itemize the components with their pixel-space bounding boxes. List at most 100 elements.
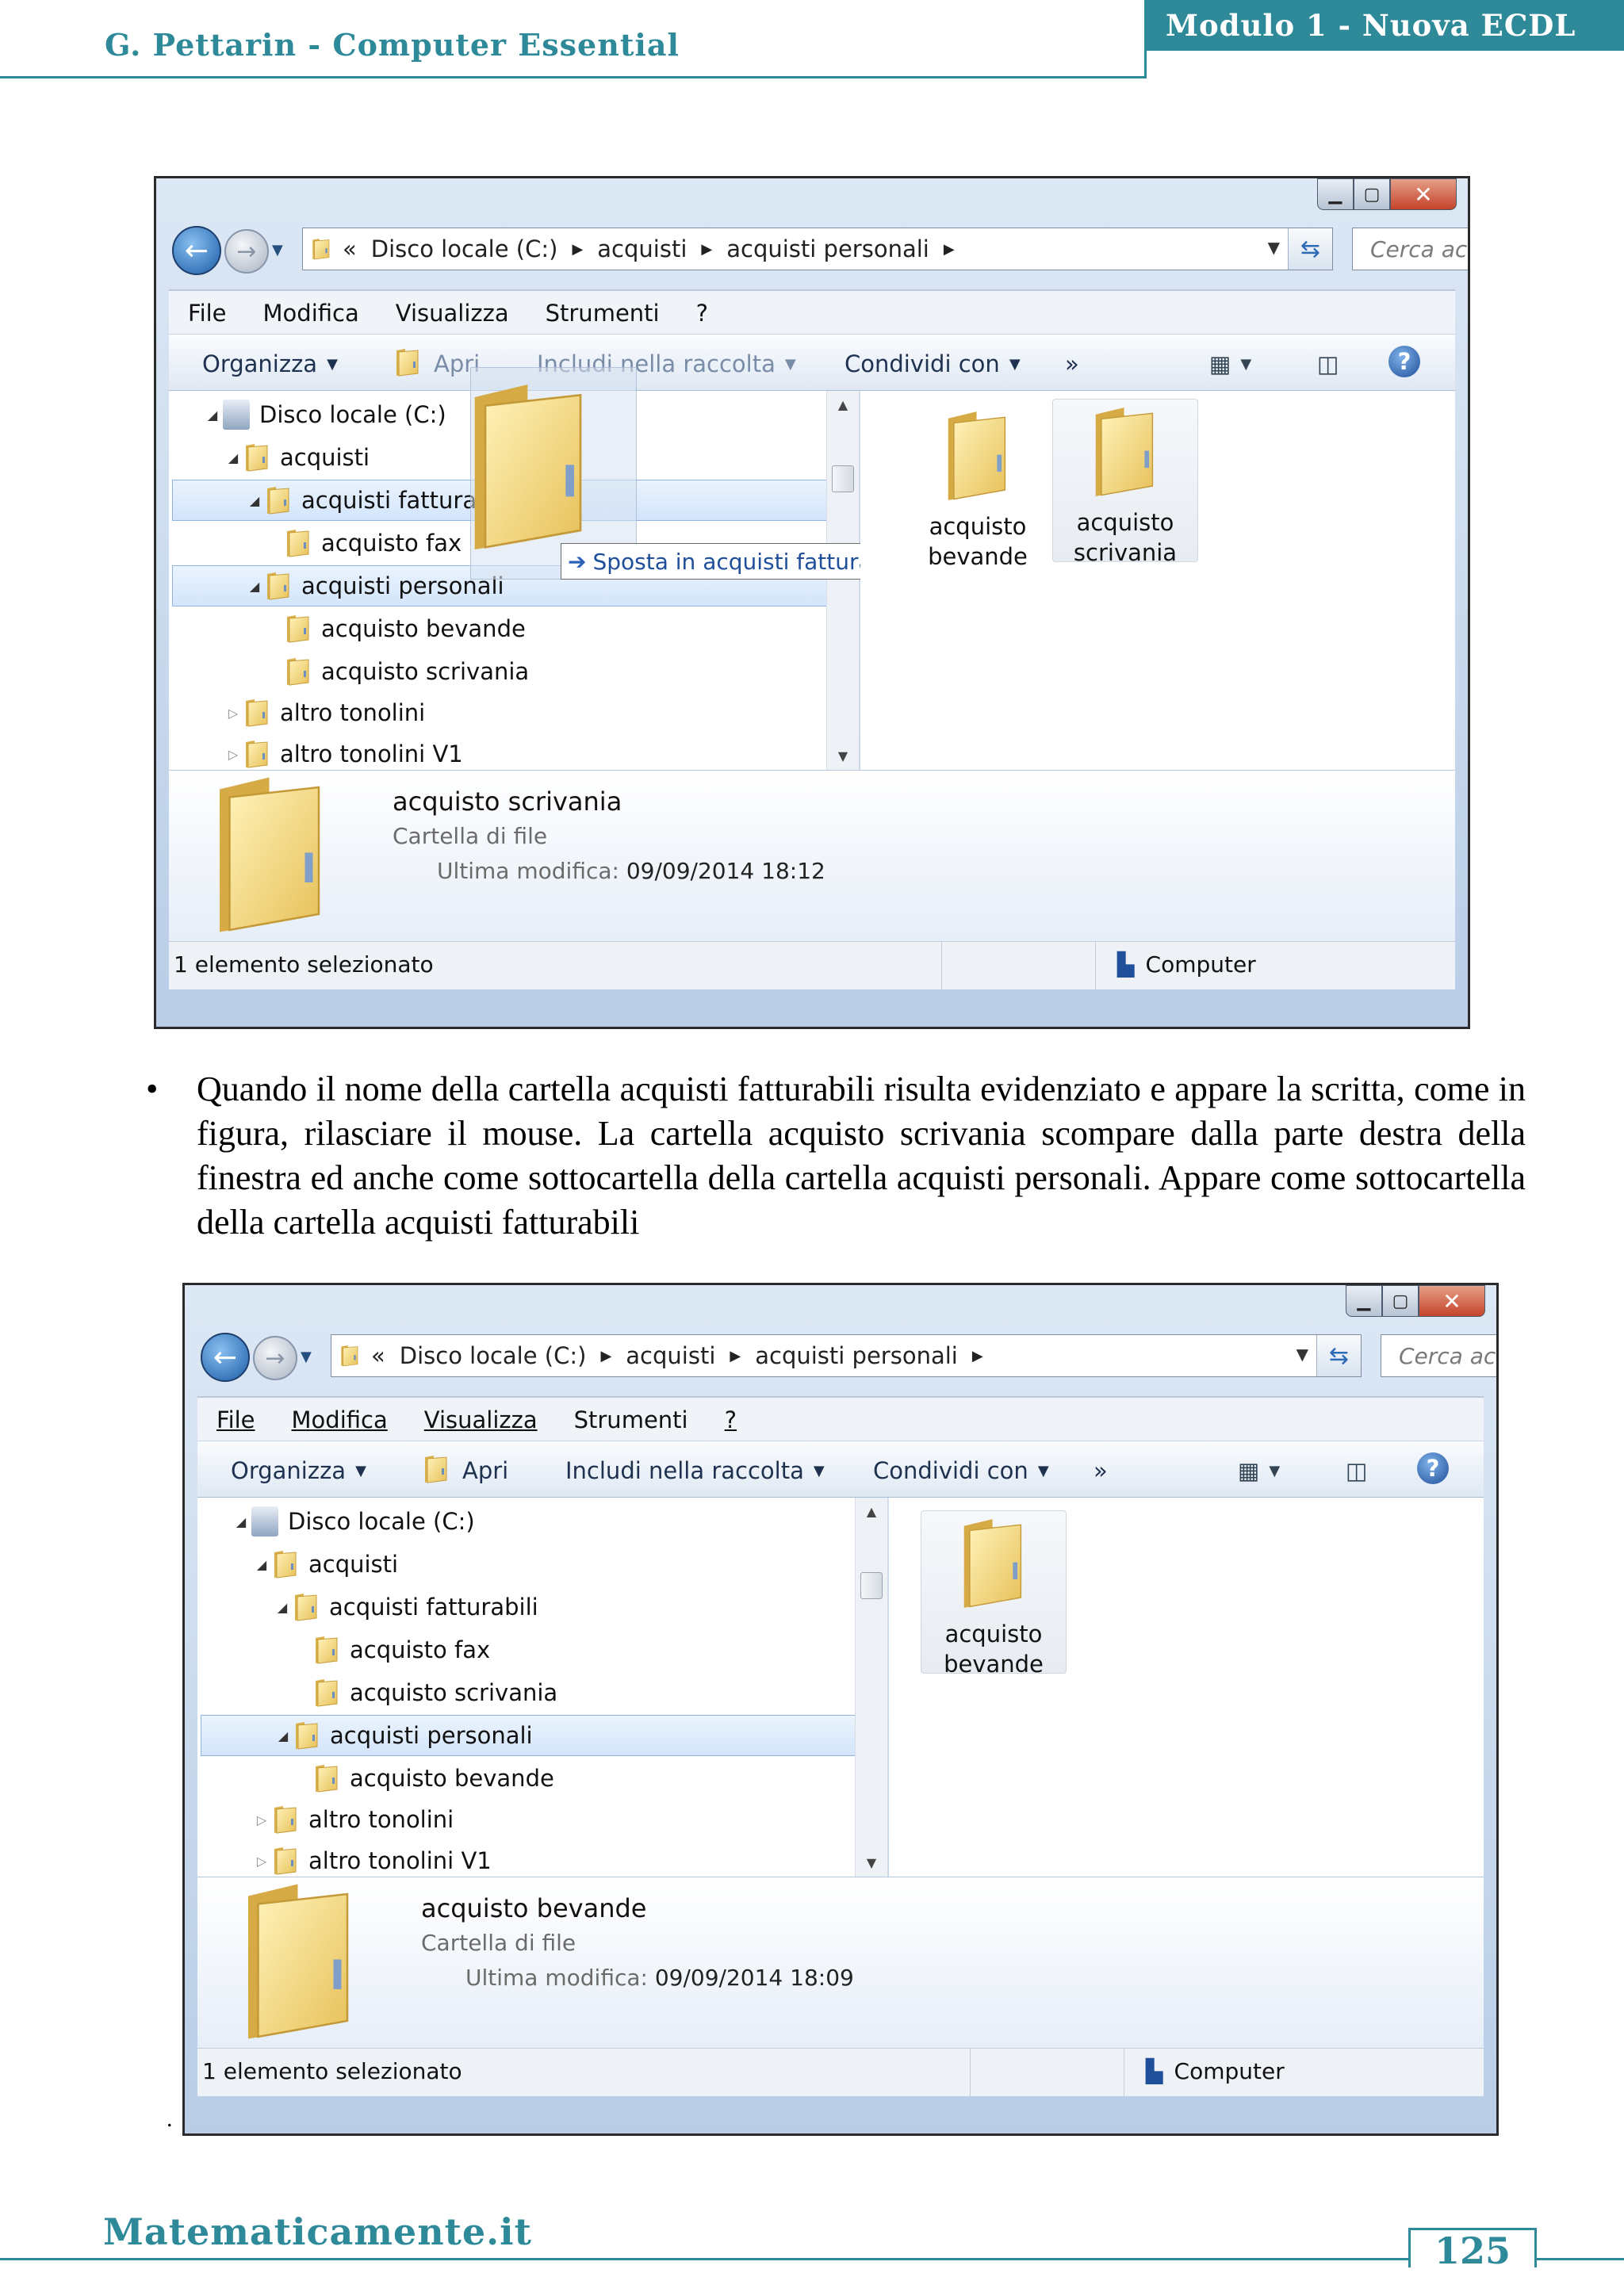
address-segment[interactable]: Disco locale (C:) [400,1342,587,1369]
expanded-arrow-icon[interactable]: ◢ [231,1514,251,1529]
scroll-up-icon[interactable]: ▲ [827,397,859,412]
tree-scrollbar[interactable]: ▲ ▼ [855,1498,887,1877]
close-button[interactable]: ✕ [1419,1285,1485,1317]
address-chevron[interactable]: « [343,235,357,262]
more-commands-button[interactable]: » [1094,1457,1108,1484]
preview-pane-icon[interactable]: ◫ [1346,1457,1367,1484]
menu-file[interactable]: File [216,1406,255,1433]
menu-modifica[interactable]: Modifica [292,1406,388,1433]
more-commands-button[interactable]: » [1065,350,1079,377]
scroll-down-icon[interactable]: ▼ [827,748,859,763]
address-segment[interactable]: acquisti [626,1342,715,1369]
chevron-right-icon[interactable]: ▶ [701,241,712,258]
refresh-icon[interactable]: ⇆ [1316,1335,1361,1376]
tree-item-altro-tonolini-v1[interactable]: ▷ altro tonolini V1 [172,733,859,775]
chevron-down-icon[interactable]: ▼ [1297,1345,1308,1364]
tree-item-altro-tonolini-v1[interactable]: ▷ altro tonolini V1 [201,1840,887,1881]
close-button[interactable]: ✕ [1390,178,1457,210]
maximize-button[interactable]: ▢ [1382,1285,1419,1317]
tree-item-acquisto-fax[interactable]: acquisto fax [201,1629,887,1670]
details-name: acquisto bevande [421,1893,647,1923]
menu-visualizza[interactable]: Visualizza [396,300,509,327]
expanded-arrow-icon[interactable]: ◢ [273,1728,293,1743]
chevron-right-icon[interactable]: ▶ [972,1348,983,1364]
refresh-icon[interactable]: ⇆ [1288,228,1332,270]
file-item-acquisto-bevande[interactable]: acquisto bevande [905,404,1051,570]
menu-visualizza[interactable]: Visualizza [424,1406,538,1433]
tree-item-acquisto-bevande[interactable]: acquisto bevande [172,608,859,649]
share-button[interactable]: Condividi con ▼ [873,1457,1049,1484]
tree-item-altro-tonolini[interactable]: ▷ altro tonolini [201,1799,887,1840]
tree-item-acquisto-scrivania[interactable]: acquisto scrivania [201,1672,887,1713]
forward-button[interactable]: → [224,229,269,274]
expanded-arrow-icon[interactable]: ◢ [223,450,243,465]
chevron-down-icon[interactable]: ▼ [1268,238,1280,257]
address-bar[interactable]: « Disco locale (C:) ▶ acquisti ▶ acquist… [302,228,1333,270]
open-button[interactable]: Apri [462,1457,508,1484]
expanded-arrow-icon[interactable]: ◢ [251,1557,272,1572]
search-input[interactable]: Cerca acqu... ⚲ [1352,228,1468,270]
expanded-arrow-icon[interactable]: ◢ [244,493,265,508]
address-segment[interactable]: acquisti personali [755,1342,958,1369]
scroll-down-icon[interactable]: ▼ [856,1855,887,1870]
help-icon[interactable]: ? [1388,346,1420,377]
chevron-right-icon[interactable]: ▶ [944,241,955,258]
tree-item-altro-tonolini[interactable]: ▷ altro tonolini [172,692,859,733]
expanded-arrow-icon[interactable]: ◢ [272,1600,293,1615]
file-item-acquisto-bevande[interactable]: acquisto bevande [921,1510,1067,1678]
address-segment[interactable]: acquisti [597,235,687,262]
folder-icon [339,1343,360,1368]
recent-pages-dropdown-icon[interactable]: ▼ [301,1349,312,1365]
view-options-icon[interactable]: ▦ ▼ [1238,1457,1280,1484]
menu-modifica[interactable]: Modifica [263,300,359,327]
maximize-button[interactable]: ▢ [1354,178,1390,210]
address-bar[interactable]: « Disco locale (C:) ▶ acquisti ▶ acquist… [331,1334,1362,1377]
menu-strumenti[interactable]: Strumenti [574,1406,688,1433]
expanded-arrow-icon[interactable]: ◢ [244,579,265,594]
tree-item-acquisto-scrivania[interactable]: acquisto scrivania [172,651,859,692]
expanded-arrow-icon[interactable]: ◢ [202,408,223,423]
tree-item-disk[interactable]: ◢ Disco locale (C:) [201,1501,887,1542]
collapsed-arrow-icon[interactable]: ▷ [251,1812,272,1827]
include-in-library-button[interactable]: Includi nella raccolta ▼ [565,1457,825,1484]
open-folder-icon [421,1454,451,1484]
tree-item-acquisti[interactable]: ◢ acquisti [201,1544,887,1585]
organize-button[interactable]: Organizza ▼ [231,1457,366,1484]
explorer-window-drag: ▁ ▢ ✕ ← → ▼ « Disco locale (C:) ▶ acquis… [154,176,1470,1029]
tree-item-acquisti-personali[interactable]: ◢ acquisti personali [201,1715,887,1756]
chevron-right-icon[interactable]: ▶ [730,1348,741,1364]
view-options-icon[interactable]: ▦ ▼ [1209,350,1251,377]
collapsed-arrow-icon[interactable]: ▷ [223,706,243,721]
menu-help[interactable]: ? [696,300,708,327]
organize-button[interactable]: Organizza ▼ [202,350,338,377]
help-icon[interactable]: ? [1417,1452,1449,1484]
menu-strumenti[interactable]: Strumenti [546,300,660,327]
tree-item-acquisti-fatturabili[interactable]: ◢ acquisti fatturabili [201,1586,887,1628]
chevron-right-icon[interactable]: ▶ [600,1348,611,1364]
preview-pane-icon[interactable]: ◫ [1317,350,1339,377]
collapsed-arrow-icon[interactable]: ▷ [223,747,243,762]
file-item-acquisto-scrivania[interactable]: acquisto scrivania [1052,399,1198,566]
menu-help[interactable]: ? [725,1406,737,1433]
folder-icon [293,1720,320,1751]
recent-pages-dropdown-icon[interactable]: ▼ [272,242,283,258]
scroll-thumb[interactable] [860,1572,883,1599]
scroll-up-icon[interactable]: ▲ [856,1504,887,1519]
tree-scrollbar[interactable]: ▲ ▼ [826,391,859,770]
menu-file[interactable]: File [188,300,227,327]
forward-button[interactable]: → [253,1336,297,1380]
address-chevron[interactable]: « [371,1342,385,1369]
minimize-button[interactable]: ▁ [1317,178,1354,210]
back-button[interactable]: ← [201,1333,250,1382]
search-input[interactable]: Cerca acqu... ⚲ [1381,1334,1496,1377]
collapsed-arrow-icon[interactable]: ▷ [251,1854,272,1869]
scroll-thumb[interactable] [832,465,854,492]
address-segment[interactable]: Disco locale (C:) [371,235,558,262]
tree-item-acquisto-bevande[interactable]: acquisto bevande [201,1758,887,1799]
minimize-button[interactable]: ▁ [1346,1285,1382,1317]
address-segment[interactable]: acquisti personali [726,235,929,262]
chevron-right-icon[interactable]: ▶ [572,241,583,258]
back-button[interactable]: ← [172,226,221,275]
folder-icon [265,485,292,515]
share-button[interactable]: Condividi con ▼ [845,350,1021,377]
